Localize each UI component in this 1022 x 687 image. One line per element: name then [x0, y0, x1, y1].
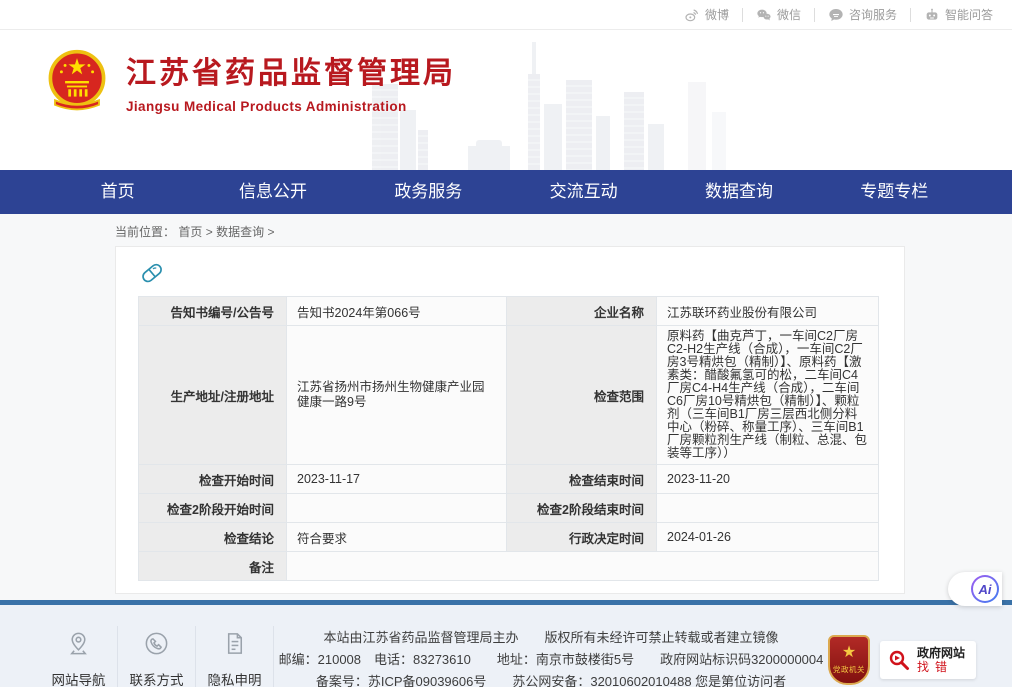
- site-subtitle: Jiangsu Medical Products Administration: [126, 99, 456, 114]
- weibo-label: 微博: [705, 6, 729, 23]
- nav-item-data-query[interactable]: 数据查询: [661, 170, 816, 214]
- badge-star-icon: ★: [842, 645, 856, 661]
- national-emblem-logo: [44, 46, 110, 116]
- footer: 网站导航 联系方式 隐私申明: [0, 605, 1012, 687]
- nav-item-gov-services[interactable]: 政务服务: [351, 170, 506, 214]
- phone-icon: [143, 630, 170, 657]
- table-row: 生产地址/注册地址 江苏省扬州市扬州生物健康产业园健康一路9号 检查范围 原料药…: [139, 326, 879, 465]
- row-label: 检查范围: [507, 326, 657, 465]
- row-label: 生产地址/注册地址: [139, 326, 287, 465]
- inspection-detail-card: 告知书编号/公告号 告知书2024年第066号 企业名称 江苏联环药业股份有限公…: [115, 246, 905, 594]
- content-area: 当前位置： 首页 > 数据查询 > 告知书编号/公告号 告知书2024年第06: [0, 214, 1012, 600]
- row-value: 2024-01-26: [657, 523, 879, 552]
- nav-item-interaction[interactable]: 交流互动: [506, 170, 661, 214]
- magnifier-icon: [887, 648, 911, 672]
- row-value: [657, 494, 879, 523]
- smart-qa-link[interactable]: 智能问答: [911, 8, 1006, 22]
- breadcrumb-home-link[interactable]: 首页: [178, 225, 202, 239]
- smart-qa-label: 智能问答: [945, 6, 993, 23]
- wechat-icon: [756, 7, 772, 23]
- breadcrumb-prefix: 当前位置：: [115, 225, 175, 239]
- footer-line-host: 本站由江苏省药品监督管理局主办 版权所有未经许可禁止转载或者建立镜像: [274, 627, 828, 649]
- row-label: 备注: [139, 552, 287, 581]
- nav-item-special-topics[interactable]: 专题专栏: [817, 170, 972, 214]
- wechat-label: 微信: [777, 6, 801, 23]
- table-row: 检查2阶段开始时间 检查2阶段结束时间: [139, 494, 879, 523]
- consult-service-link[interactable]: 咨询服务: [815, 8, 911, 22]
- badge-gov-label: 党政机关: [833, 664, 865, 675]
- map-pin-icon: [65, 630, 92, 657]
- footer-link-label: 隐私申明: [202, 669, 267, 687]
- row-label: 告知书编号/公告号: [139, 297, 287, 326]
- weibo-link[interactable]: 微博: [671, 8, 743, 22]
- row-label: 检查2阶段开始时间: [139, 494, 287, 523]
- footer-link-label: 网站导航: [46, 669, 111, 687]
- row-value: 江苏联环药业股份有限公司: [657, 297, 879, 326]
- row-value: [287, 552, 879, 581]
- badge-find-sub: 找错: [917, 660, 965, 674]
- wechat-link[interactable]: 微信: [743, 8, 815, 22]
- row-label: 行政决定时间: [507, 523, 657, 552]
- footer-line-contact: 邮编：210008 电话：83273610 地址：南京市鼓楼街5号 政府网站标识…: [274, 649, 828, 671]
- topbar: 微博 微信 咨询服务: [0, 0, 1012, 30]
- consult-icon: [828, 7, 844, 23]
- row-value: 告知书2024年第066号: [287, 297, 507, 326]
- row-label: 检查2阶段结束时间: [507, 494, 657, 523]
- inspection-table: 告知书编号/公告号 告知书2024年第066号 企业名称 江苏联环药业股份有限公…: [138, 296, 879, 581]
- footer-link-privacy[interactable]: 隐私申明: [196, 626, 274, 687]
- consult-label: 咨询服务: [849, 6, 897, 23]
- badge-find-title: 政府网站: [917, 646, 965, 660]
- qa-robot-icon: [924, 7, 940, 23]
- row-label: 检查开始时间: [139, 465, 287, 494]
- nav-item-home[interactable]: 首页: [40, 170, 195, 214]
- logo-block[interactable]: 江苏省药品监督管理局 Jiangsu Medical Products Admi…: [44, 46, 456, 116]
- table-row: 检查开始时间 2023-11-17 检查结束时间 2023-11-20: [139, 465, 879, 494]
- row-value: [287, 494, 507, 523]
- row-value: 原料药【曲克芦丁，一车间C2厂房C2-H2生产线（合成），一车间C2厂房3号精烘…: [657, 326, 879, 465]
- weibo-icon: [684, 7, 700, 23]
- footer-link-sitemap[interactable]: 网站导航: [40, 626, 118, 687]
- table-row: 备注: [139, 552, 879, 581]
- row-value: 2023-11-17: [287, 465, 507, 494]
- footer-links: 网站导航 联系方式 隐私申明: [40, 626, 274, 687]
- table-row: 告知书编号/公告号 告知书2024年第066号 企业名称 江苏联环药业股份有限公…: [139, 297, 879, 326]
- party-gov-badge[interactable]: ★ 党政机关: [828, 635, 870, 685]
- ai-icon: Ai: [971, 575, 999, 603]
- main-nav: 首页 信息公开 政务服务 交流互动 数据查询 专题专栏: [0, 170, 1012, 214]
- site-title: 江苏省药品监督管理局: [126, 48, 456, 92]
- footer-link-label: 联系方式: [124, 669, 189, 687]
- row-label: 检查结束时间: [507, 465, 657, 494]
- row-label: 检查结论: [139, 523, 287, 552]
- page: 微博 微信 咨询服务: [0, 0, 1012, 687]
- row-value: 2023-11-20: [657, 465, 879, 494]
- breadcrumb-data-query-link[interactable]: 数据查询: [216, 225, 264, 239]
- document-icon: [221, 630, 248, 657]
- breadcrumb-sep2: >: [267, 225, 274, 239]
- ai-assistant-button[interactable]: Ai: [948, 572, 1002, 606]
- site-header: 江苏省药品监督管理局 Jiangsu Medical Products Admi…: [0, 30, 1012, 170]
- breadcrumb: 当前位置： 首页 > 数据查询 >: [115, 222, 1012, 242]
- row-label: 企业名称: [507, 297, 657, 326]
- row-value: 江苏省扬州市扬州生物健康产业园健康一路9号: [287, 326, 507, 465]
- footer-badges: ★ 党政机关 政府网站 找错: [828, 635, 976, 685]
- footer-info: 本站由江苏省药品监督管理局主办 版权所有未经许可禁止转载或者建立镜像 邮编：21…: [274, 627, 828, 687]
- breadcrumb-sep: >: [206, 225, 213, 239]
- footer-link-contact[interactable]: 联系方式: [118, 626, 196, 687]
- capsule-pill-icon: [138, 259, 166, 287]
- nav-item-info-disclosure[interactable]: 信息公开: [195, 170, 350, 214]
- table-row: 检查结论 符合要求 行政决定时间 2024-01-26: [139, 523, 879, 552]
- gov-site-error-badge[interactable]: 政府网站 找错: [880, 641, 976, 679]
- row-value: 符合要求: [287, 523, 507, 552]
- footer-line-icp: 备案号：苏ICP备09039606号 苏公网安备：32010602010488 …: [274, 671, 828, 687]
